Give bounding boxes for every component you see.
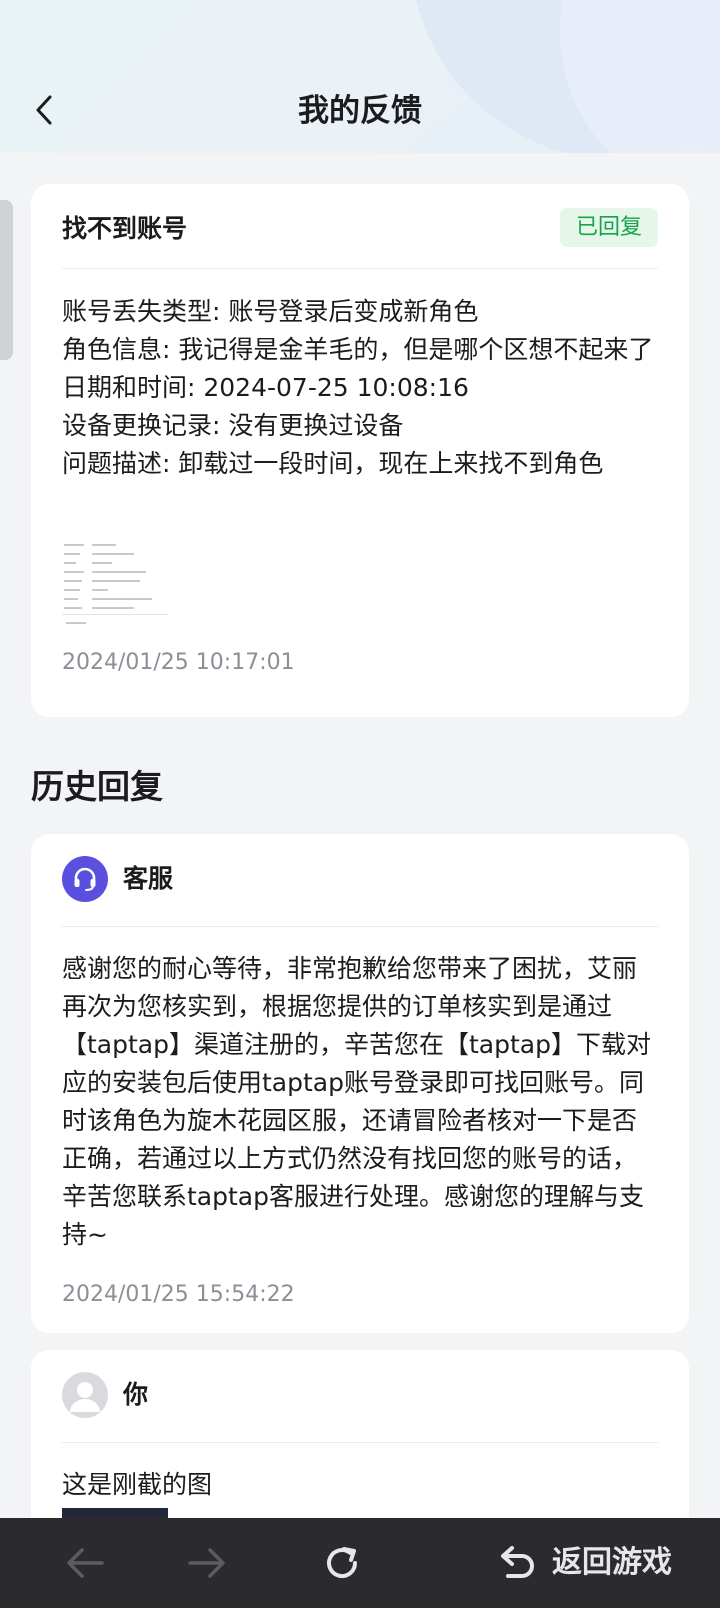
bottom-toolbar: 返回游戏 xyxy=(0,1518,720,1608)
user-icon xyxy=(70,1382,100,1412)
feedback-timestamp: 2024/01/25 10:17:01 xyxy=(62,650,295,675)
return-label: 返回游戏 xyxy=(552,1545,672,1580)
feedback-line: 日期和时间: 2024-07-25 10:08:16 xyxy=(62,373,469,402)
history-heading: 历史回复 xyxy=(31,767,163,806)
refresh-button[interactable] xyxy=(322,1540,362,1586)
page-title: 我的反馈 xyxy=(298,93,422,129)
reply-timestamp: 2024/01/25 15:54:22 xyxy=(62,1282,295,1307)
reply-text: 这是刚截的图 xyxy=(62,1470,213,1499)
feedback-line: 账号丢失类型: 账号登录后变成新角色 xyxy=(62,297,479,326)
divider xyxy=(62,1442,658,1443)
avatar xyxy=(62,856,108,902)
forward-nav-button[interactable] xyxy=(186,1540,228,1586)
back-nav-button[interactable] xyxy=(64,1540,106,1586)
feedback-line: 问题描述: 卸载过一段时间，现在上来找不到角色 xyxy=(62,449,604,478)
support-reply-card: 客服 感谢您的耐心等待，非常抱歉给您带来了困扰，艾丽再次为您核实到，根据您提供的… xyxy=(31,834,689,1333)
reply-author: 客服 xyxy=(123,864,174,893)
headset-icon xyxy=(74,867,96,891)
status-badge: 已回复 xyxy=(559,208,658,247)
avatar xyxy=(62,1372,108,1418)
feedback-line: 设备更换记录: 没有更换过设备 xyxy=(62,411,404,440)
feedback-details: 账号丢失类型: 账号登录后变成新角色 角色信息: 我记得是金羊毛的，但是哪个区想… xyxy=(62,293,661,483)
refresh-icon xyxy=(327,1547,358,1579)
reply-author: 你 xyxy=(123,1380,149,1409)
divider xyxy=(62,268,658,269)
return-to-game-button[interactable]: 返回游戏 xyxy=(496,1540,672,1586)
feedback-title: 找不到账号 xyxy=(62,214,188,243)
feedback-card: 找不到账号 已回复 账号丢失类型: 账号登录后变成新角色 角色信息: 我记得是金… xyxy=(31,184,689,717)
feedback-line: 角色信息: 我记得是金羊毛的，但是哪个区想不起来了 xyxy=(62,335,654,364)
scroll-indicator[interactable] xyxy=(0,200,13,360)
attachment-thumbnail[interactable] xyxy=(62,536,168,630)
arrow-left-icon xyxy=(67,1548,104,1578)
return-icon xyxy=(501,1546,534,1578)
divider xyxy=(62,926,658,927)
arrow-right-icon xyxy=(188,1548,225,1578)
reply-text: 感谢您的耐心等待，非常抱歉给您带来了困扰，艾丽再次为您核实到，根据您提供的订单核… xyxy=(62,954,651,1249)
